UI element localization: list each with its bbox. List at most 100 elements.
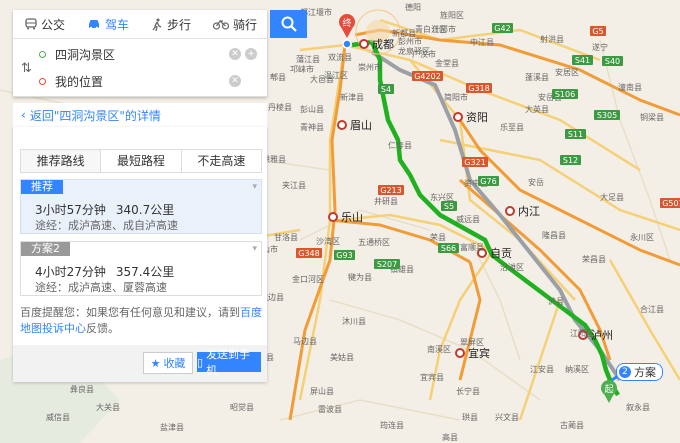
end-field[interactable]: 我的位置 ✕	[39, 68, 257, 94]
route-option-1[interactable]: 推荐 ▾ 3小时57分钟 340.7公里 途经：成泸高速、成自泸高速	[20, 179, 262, 234]
travel-mode-bar: 公交 驾车 步行 骑行 ✕	[13, 10, 291, 39]
collapse-icon[interactable]: ▾	[252, 182, 257, 192]
end-marker-label: 终	[342, 17, 351, 29]
start-input[interactable]: 四洞沟景区	[55, 46, 225, 63]
county-label: 翠屏区	[460, 338, 484, 347]
county-label: 郫县	[270, 72, 286, 82]
svg-text:G93: G93	[336, 251, 352, 260]
clear-end-icon[interactable]: ✕	[229, 75, 241, 87]
highway-shield: S12	[560, 155, 581, 165]
favorite-label: 收藏	[163, 357, 186, 370]
county-label: 珙县	[462, 412, 478, 422]
send-label: 发送到手机	[206, 348, 251, 377]
county-label: 高县	[442, 432, 458, 442]
county-label: 遂宁	[592, 42, 608, 52]
highway-shield: S305	[594, 110, 620, 120]
county-label: 泸县	[548, 296, 564, 306]
county-label: 大足县	[600, 192, 624, 202]
tip-prefix: 百度提醒您：如果您有任何意见和建议，请到	[20, 306, 240, 319]
county-label: 宜宾县	[420, 372, 444, 382]
back-link[interactable]: ‹ 返回"四洞沟景区"的详情	[13, 103, 267, 128]
end-input[interactable]: 我的位置	[55, 73, 225, 90]
back-link-label[interactable]: 返回"四洞沟景区"的详情	[30, 107, 161, 124]
highway-shield: G321	[462, 157, 488, 167]
county-label: 屏山县	[310, 386, 334, 396]
city-name: 资阳	[466, 111, 488, 124]
highway-shield: G318	[466, 83, 492, 93]
highway-shield: S41	[572, 55, 593, 65]
mode-drive[interactable]: 驾车	[75, 10, 139, 38]
county-label: 荣县	[430, 232, 446, 242]
county-label: 威信县	[46, 412, 70, 422]
svg-text:G42: G42	[494, 24, 510, 33]
favorite-button[interactable]: ★ 收藏	[143, 352, 193, 374]
clear-start-icon[interactable]: ✕	[229, 48, 241, 60]
mode-bus-label: 公交	[41, 17, 66, 32]
send-to-phone-button[interactable]: ▯ 发送到手机	[197, 348, 261, 377]
tip-suffix: 反馈。	[86, 322, 119, 335]
county-label: 金口河区	[292, 274, 324, 284]
county-label: 盐津县	[160, 422, 184, 432]
highway-shield: S40	[602, 56, 623, 66]
highway-shield: G5013	[660, 198, 680, 208]
county-label: 彝良县	[70, 384, 94, 394]
tab-shortest[interactable]: 最短路程	[100, 150, 180, 172]
search-button[interactable]	[270, 10, 307, 38]
svg-text:S12: S12	[563, 156, 578, 165]
car-icon	[89, 20, 99, 30]
route-via: 途经：成泸高速、厦蓉高速	[35, 281, 167, 294]
svg-text:S5: S5	[444, 202, 454, 211]
route-inputs: ⇅ 四洞沟景区 ✕ + 我的位置 ✕	[13, 39, 267, 97]
svg-text:S41: S41	[575, 56, 590, 65]
tab-no-highway[interactable]: 不走高速	[180, 150, 261, 172]
svg-text:G321: G321	[464, 158, 485, 167]
mode-walk[interactable]: 步行	[139, 10, 201, 38]
plan-label: 方案	[634, 366, 656, 379]
plan-tag[interactable]: 2 方案	[616, 363, 663, 381]
svg-text:S207: S207	[377, 260, 397, 269]
highway-shield: S5	[441, 201, 457, 211]
county-label: 东兴区	[430, 192, 454, 202]
feedback-tip: 百度提醒您：如果您有任何意见和建议，请到百度地图投诉中心反馈。	[20, 305, 262, 337]
county-label: 新津县	[340, 92, 364, 102]
expand-icon[interactable]: ▾	[252, 244, 257, 254]
highway-shield: G348	[296, 248, 322, 258]
county-label: 中江县	[470, 37, 494, 47]
start-field[interactable]: 四洞沟景区 ✕ +	[39, 41, 257, 67]
mode-bus[interactable]: 公交	[13, 10, 75, 38]
county-label: 井研县	[374, 196, 398, 206]
county-label: 古蔺县	[560, 420, 584, 430]
city-name: 宜宾	[468, 346, 490, 360]
tab-recommended[interactable]: 推荐路线	[21, 150, 101, 172]
county-label: 温江区	[324, 71, 348, 80]
county-label: 彭山县	[300, 104, 324, 114]
svg-text:S4: S4	[381, 85, 391, 94]
mode-bike-label: 骑行	[233, 17, 258, 32]
county-label: 乐至县	[500, 122, 524, 132]
county-label: 青神县	[300, 122, 324, 132]
mode-bike[interactable]: 骑行	[201, 10, 267, 38]
add-waypoint-icon[interactable]: +	[245, 48, 257, 60]
route-option-2[interactable]: 方案2 ▾ 4小时27分钟 357.4公里 途经：成泸高速、厦蓉高速	[20, 241, 262, 296]
city-name: 成都	[372, 38, 394, 51]
county-label: 江安县	[530, 364, 554, 374]
county-label: 蒲江县	[296, 54, 320, 64]
county-label: 犍为县	[348, 272, 372, 282]
bike-icon	[213, 20, 229, 30]
route-details: 推荐路线 最短路程 不走高速 推荐 ▾ 3小时57分钟 340.7公里 途经：成泸…	[13, 127, 267, 382]
swap-icon[interactable]: ⇅	[21, 61, 32, 76]
highway-shield: G42	[492, 23, 513, 33]
county-label: 长宁县	[456, 386, 480, 396]
route-via: 途经：成泸高速、成自泸高速	[35, 219, 178, 232]
county-label: 安岳	[528, 177, 544, 187]
svg-text:G5013: G5013	[662, 199, 680, 208]
county-label: 双流县	[328, 52, 352, 62]
route-badge: 方案2	[21, 242, 70, 256]
city-name: 泸州	[591, 329, 613, 342]
county-label: 兴文县	[495, 412, 519, 422]
county-label: 安居区	[555, 67, 579, 77]
svg-text:S66: S66	[441, 244, 456, 253]
highway-shield: S4	[378, 84, 394, 94]
county-label: 沐川县	[342, 316, 366, 326]
highway-shield: S11	[565, 129, 586, 139]
